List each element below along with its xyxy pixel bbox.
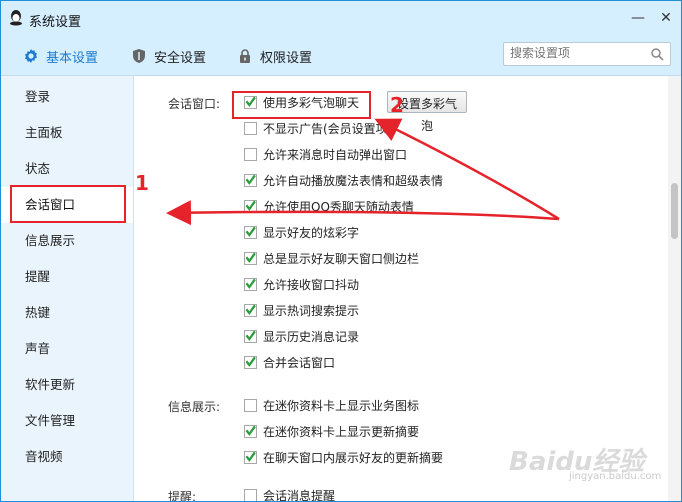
settings-window: 系统设置 — ✕ 基本设置 安全设置 权限设置 搜索设置项 登录 主面板 状态 … xyxy=(0,0,682,502)
arrow-to-session xyxy=(166,200,560,226)
watermark-url: jingyan.baidu.com xyxy=(569,471,662,482)
arrow-to-bubble xyxy=(374,118,560,221)
annotation-arrows xyxy=(166,118,560,226)
